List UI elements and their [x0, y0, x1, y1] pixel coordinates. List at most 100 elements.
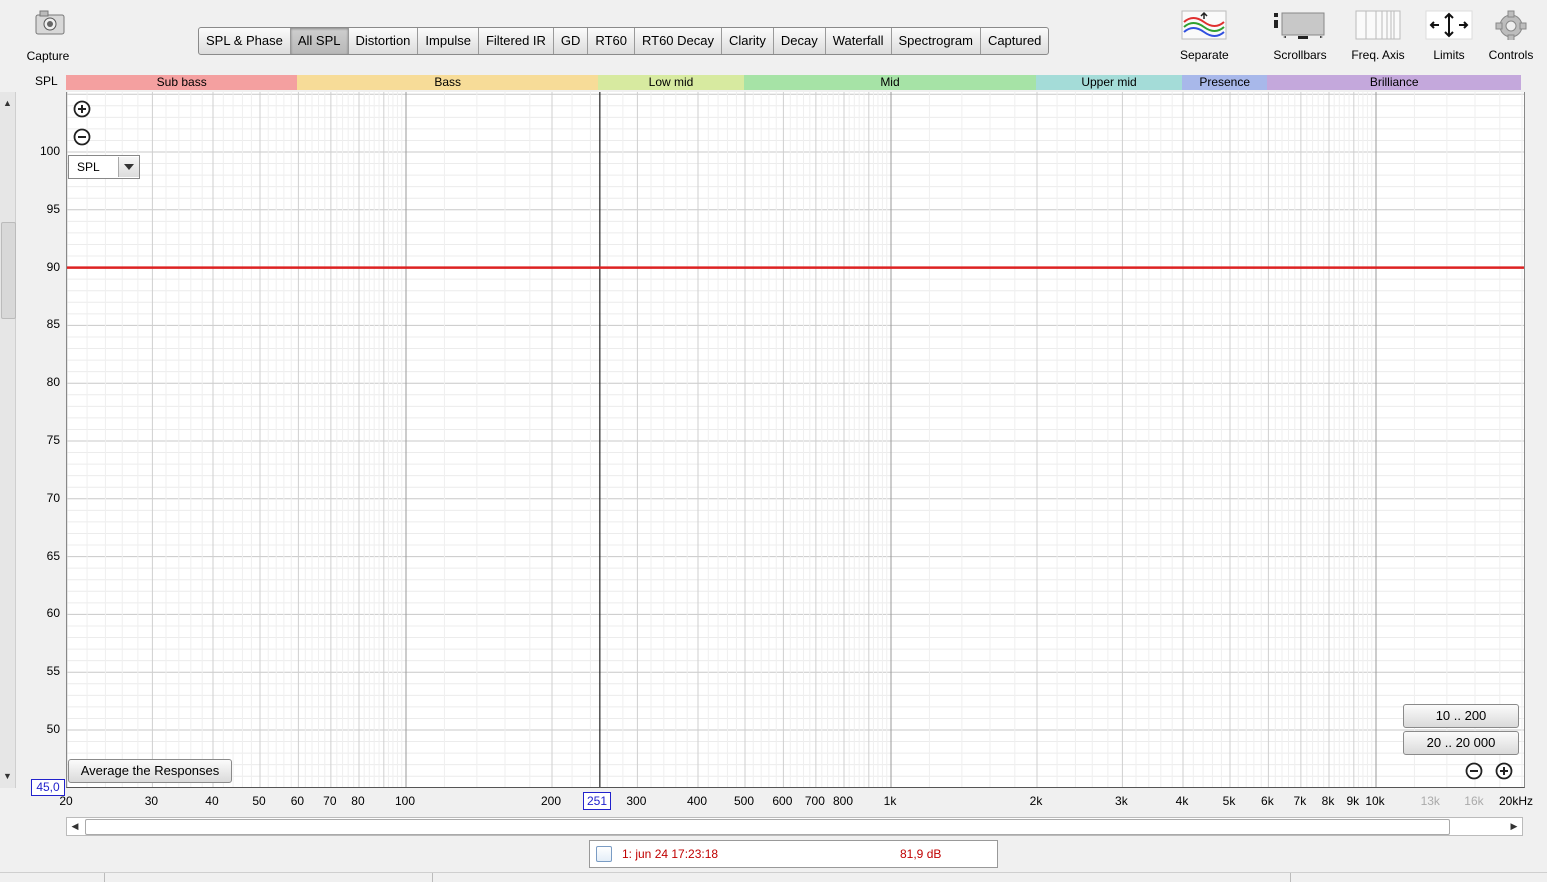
- tab-distortion[interactable]: Distortion: [349, 28, 419, 54]
- y-tick-label: 60: [46, 606, 60, 621]
- scroll-left-icon[interactable]: ◀: [67, 818, 83, 835]
- x-tick-label: 200: [540, 794, 562, 808]
- view-tabs: SPL & Phase All SPL Distortion Impulse Filte…: [198, 27, 1050, 55]
- capture-label: Capture: [26, 49, 70, 63]
- x-tick-label: 300: [626, 794, 647, 808]
- x-tick-label: 50: [252, 794, 266, 808]
- band-sub-bass: Sub bass: [66, 75, 298, 90]
- limits-icon: [1425, 10, 1473, 40]
- scrollbars-icon: [1274, 12, 1325, 39]
- measurement-value: 81,9 dB: [900, 847, 942, 861]
- x-tick-label: 80: [351, 794, 365, 808]
- x-tick-label: 400: [686, 794, 707, 808]
- separate-button[interactable]: Separate: [1180, 10, 1229, 62]
- x-tick-label: 8k: [1321, 794, 1335, 808]
- x-tick-label: 60: [290, 794, 305, 808]
- band-brilliance: Brilliance: [1267, 75, 1521, 90]
- tab-all-spl[interactable]: All SPL: [290, 28, 349, 54]
- zoom-in-x-icon[interactable]: [1495, 762, 1513, 780]
- band-low-mid: Low mid: [598, 75, 744, 90]
- tab-captured[interactable]: Captured: [981, 28, 1048, 54]
- tab-spectrogram[interactable]: Spectrogram: [892, 28, 981, 54]
- y-tick-label: 95: [46, 201, 60, 216]
- x-tick-label: 7k: [1293, 794, 1307, 808]
- tab-rt60-decay[interactable]: RT60 Decay: [635, 28, 722, 54]
- x-tick-label: 6k: [1261, 794, 1274, 808]
- tab-rt60[interactable]: RT60: [588, 28, 635, 54]
- x-tick-label: 30: [144, 794, 159, 808]
- x-tick-label: 9k: [1346, 794, 1360, 808]
- zoom-in-icon[interactable]: [73, 100, 91, 118]
- vertical-scroll-thumb[interactable]: [1, 222, 16, 319]
- separate-icon: [1181, 10, 1227, 40]
- x-tick-label: 100: [394, 794, 416, 808]
- tab-spl-phase[interactable]: SPL & Phase: [199, 28, 291, 54]
- band-presence: Presence: [1181, 75, 1268, 90]
- y-tick-label: 85: [46, 317, 60, 332]
- x-tick-label: 800: [832, 794, 853, 808]
- spl-graph: [67, 92, 1524, 787]
- zoom-out-icon[interactable]: [73, 128, 91, 146]
- x-tick-label: 13k: [1420, 794, 1440, 808]
- y-tick-label: 50: [46, 722, 60, 736]
- horizontal-scroll-thumb[interactable]: [85, 819, 1450, 835]
- cursor-spl-readout: 45,0: [31, 779, 65, 796]
- band-bass: Bass: [297, 75, 598, 90]
- band-upper-mid: Upper mid: [1036, 75, 1182, 90]
- scrollbars-button[interactable]: Scrollbars: [1272, 10, 1328, 62]
- y-tick-label: 100: [39, 144, 60, 158]
- y-tick-label: 75: [46, 433, 60, 447]
- x-tick-label: 10k: [1365, 794, 1385, 808]
- x-tick-label: 1k: [883, 794, 897, 808]
- range-10-200-button[interactable]: 10 .. 200: [1403, 704, 1519, 728]
- x-tick-label: 20kHz: [1498, 794, 1534, 808]
- x-tick-label: 2k: [1029, 794, 1043, 808]
- spl-graph-area[interactable]: [66, 92, 1525, 788]
- tab-waterfall[interactable]: Waterfall: [826, 28, 892, 54]
- capture-button[interactable]: Capture: [18, 10, 78, 63]
- measurement-checkbox[interactable]: [596, 846, 612, 862]
- x-tick-label: 5k: [1222, 794, 1236, 808]
- x-tick-label: 70: [323, 794, 337, 808]
- camera-icon: [35, 10, 65, 35]
- range-20-20000-button[interactable]: 20 .. 20 000: [1403, 731, 1519, 755]
- x-tick-label: 20: [59, 794, 73, 808]
- freq-axis-label: Freq. Axis: [1351, 48, 1405, 62]
- measurement-legend: 1: jun 24 17:23:18 81,9 dB: [589, 840, 998, 868]
- x-tick-label: 4k: [1175, 794, 1189, 808]
- controls-label: Controls: [1488, 48, 1534, 62]
- x-tick-label: 500: [733, 794, 755, 808]
- x-tick-label: 600: [772, 794, 793, 808]
- frequency-band-bar: Sub bass Bass Low mid Mid Upper mid Presence B…: [66, 75, 1521, 90]
- freq-axis-icon: [1355, 10, 1401, 40]
- graph-type-select[interactable]: SPL: [68, 155, 140, 179]
- scroll-down-icon[interactable]: ▼: [0, 768, 15, 784]
- controls-button[interactable]: Controls: [1485, 10, 1537, 62]
- tab-decay[interactable]: Decay: [774, 28, 826, 54]
- cursor-frequency-readout: 251: [583, 792, 611, 810]
- dropdown-arrow-icon[interactable]: [118, 157, 139, 177]
- graph-type-value: SPL: [77, 160, 100, 174]
- x-tick-label: 3k: [1115, 794, 1128, 808]
- y-axis-title: SPL: [35, 74, 58, 88]
- tab-filtered-ir[interactable]: Filtered IR: [479, 28, 554, 54]
- y-tick-label: 55: [46, 664, 60, 679]
- vertical-scrollbar[interactable]: ▲ ▼: [0, 92, 16, 788]
- scroll-right-icon[interactable]: ▶: [1506, 818, 1522, 835]
- tab-gd[interactable]: GD: [554, 28, 589, 54]
- tab-impulse[interactable]: Impulse: [418, 28, 479, 54]
- average-responses-button[interactable]: Average the Responses: [68, 759, 232, 783]
- y-tick-label: 80: [46, 375, 60, 390]
- y-tick-label: 90: [46, 259, 60, 274]
- horizontal-scrollbar[interactable]: ◀ ▶: [66, 817, 1523, 836]
- tab-clarity[interactable]: Clarity: [722, 28, 774, 54]
- freq-axis-button[interactable]: Freq. Axis: [1350, 10, 1406, 62]
- y-tick-label: 70: [46, 490, 60, 505]
- gear-icon: [1495, 10, 1527, 40]
- x-tick-label: 700: [804, 794, 825, 808]
- scroll-up-icon[interactable]: ▲: [0, 95, 15, 111]
- zoom-out-x-icon[interactable]: [1465, 762, 1483, 780]
- y-tick-label: 65: [46, 548, 60, 563]
- limits-button[interactable]: Limits: [1425, 10, 1473, 62]
- limits-label: Limits: [1433, 48, 1465, 62]
